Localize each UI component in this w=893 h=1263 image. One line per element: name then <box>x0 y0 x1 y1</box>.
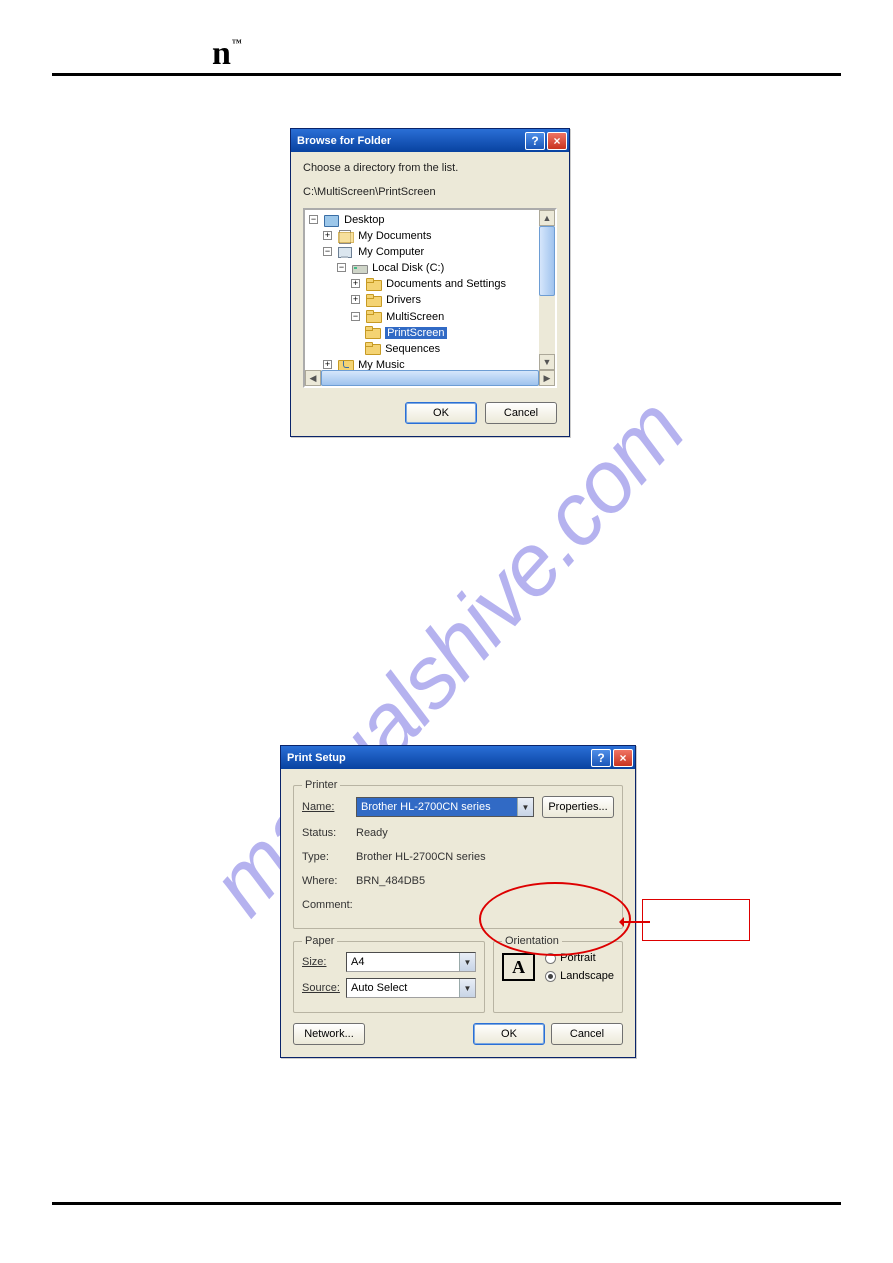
folder-icon <box>366 310 381 323</box>
header-rule <box>52 73 841 76</box>
print-setup-dialog: Print Setup ? × Printer Name: Brother HL… <box>280 745 636 1058</box>
paper-source-combo[interactable]: Auto Select ▼ <box>346 978 476 998</box>
properties-button[interactable]: Properties... <box>542 796 614 818</box>
radio-icon <box>545 971 556 982</box>
expand-icon[interactable]: + <box>323 231 332 240</box>
trademark-symbol: ™ <box>232 38 242 49</box>
dropdown-icon[interactable]: ▼ <box>459 979 475 997</box>
orientation-group: Orientation A Portrait Landscape <box>493 941 623 1013</box>
close-icon[interactable]: × <box>613 749 633 767</box>
size-label: Size: <box>302 956 346 968</box>
help-icon[interactable]: ? <box>525 132 545 150</box>
tree-node-multiscreen[interactable]: − MultiScreen PrintScreen <box>351 309 537 357</box>
callout-box <box>642 899 750 941</box>
expand-icon[interactable]: + <box>351 295 360 304</box>
printer-name-combo[interactable]: Brother HL-2700CN series ▼ <box>356 797 534 817</box>
type-label: Type: <box>302 851 356 863</box>
tree-node-printscreen[interactable]: PrintScreen <box>365 325 537 341</box>
tree-node-desktop[interactable]: − Desktop + My Documents − <box>309 212 537 373</box>
landscape-radio[interactable]: Landscape <box>545 970 614 982</box>
expand-icon[interactable]: + <box>351 279 360 288</box>
drive-icon <box>352 262 367 275</box>
folder-tree[interactable]: − Desktop + My Documents − <box>303 208 557 388</box>
dialog-title: Browse for Folder <box>297 135 523 147</box>
footer-rule <box>52 1202 841 1205</box>
tree-node-drive-c[interactable]: − Local Disk (C:) + Document <box>337 260 537 357</box>
folder-icon <box>366 294 381 307</box>
scroll-right-icon[interactable]: ▶ <box>539 370 555 386</box>
folder-icon <box>366 278 381 291</box>
printer-group: Printer Name: Brother HL-2700CN series ▼… <box>293 785 623 929</box>
cancel-button[interactable]: Cancel <box>551 1023 623 1045</box>
titlebar[interactable]: Print Setup ? × <box>281 746 635 769</box>
tree-node-drivers[interactable]: + Drivers <box>351 292 537 308</box>
selected-path: C:\MultiScreen\PrintScreen <box>303 186 557 198</box>
where-value: BRN_484DB5 <box>356 875 425 887</box>
collapse-icon[interactable]: − <box>323 247 332 256</box>
dropdown-icon[interactable]: ▼ <box>517 798 533 816</box>
network-button[interactable]: Network... <box>293 1023 365 1045</box>
status-value: Ready <box>356 827 388 839</box>
cancel-button[interactable]: Cancel <box>485 402 557 424</box>
scroll-down-icon[interactable]: ▼ <box>539 354 555 370</box>
tree-node-mydocs[interactable]: + My Documents <box>323 228 537 244</box>
tree-node-sequences[interactable]: Sequences <box>365 341 537 357</box>
group-legend: Orientation <box>502 935 562 947</box>
desktop-icon <box>324 214 339 227</box>
group-legend: Paper <box>302 935 337 947</box>
dialog-title: Print Setup <box>287 752 589 764</box>
comment-label: Comment: <box>302 899 356 911</box>
vertical-scrollbar[interactable]: ▲ ▼ <box>539 210 555 370</box>
portrait-radio[interactable]: Portrait <box>545 952 614 964</box>
scroll-left-icon[interactable]: ◀ <box>305 370 321 386</box>
instruction-text: Choose a directory from the list. <box>303 162 557 174</box>
type-value: Brother HL-2700CN series <box>356 851 486 863</box>
radio-icon <box>545 953 556 964</box>
ok-button[interactable]: OK <box>405 402 477 424</box>
status-label: Status: <box>302 827 356 839</box>
group-legend: Printer <box>302 779 340 791</box>
folder-icon <box>365 342 380 355</box>
where-label: Where: <box>302 875 356 887</box>
page-logo: n™ <box>212 35 241 73</box>
titlebar[interactable]: Browse for Folder ? × <box>291 129 569 152</box>
dropdown-icon[interactable]: ▼ <box>459 953 475 971</box>
collapse-icon[interactable]: − <box>351 312 360 321</box>
folder-icon <box>365 326 380 339</box>
scroll-thumb[interactable] <box>321 370 539 386</box>
help-icon[interactable]: ? <box>591 749 611 767</box>
orientation-preview-icon: A <box>502 953 535 981</box>
scroll-up-icon[interactable]: ▲ <box>539 210 555 226</box>
computer-icon <box>338 246 353 259</box>
paper-group: Paper Size: A4 ▼ Source: Auto Select ▼ <box>293 941 485 1013</box>
folder-icon <box>338 230 353 243</box>
ok-button[interactable]: OK <box>473 1023 545 1045</box>
browse-folder-dialog: Browse for Folder ? × Choose a directory… <box>290 128 570 437</box>
tree-node-mycomputer[interactable]: − My Computer − Local Disk (C:) <box>323 244 537 357</box>
name-label: Name: <box>302 801 356 813</box>
close-icon[interactable]: × <box>547 132 567 150</box>
horizontal-scrollbar[interactable]: ◀ ▶ <box>305 370 555 386</box>
expand-icon[interactable]: + <box>323 360 332 369</box>
scroll-thumb[interactable] <box>539 226 555 296</box>
collapse-icon[interactable]: − <box>309 215 318 224</box>
paper-size-combo[interactable]: A4 ▼ <box>346 952 476 972</box>
source-label: Source: <box>302 982 346 994</box>
tree-node-docsettings[interactable]: + Documents and Settings <box>351 276 537 292</box>
collapse-icon[interactable]: − <box>337 263 346 272</box>
